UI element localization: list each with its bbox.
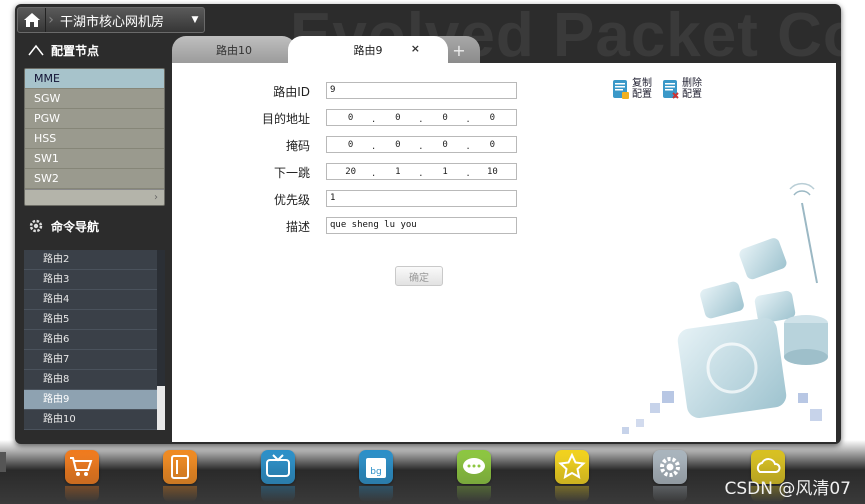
scrollbar-thumb[interactable] <box>157 386 165 430</box>
config-node-pgw[interactable]: PGW <box>25 109 164 129</box>
command-section-label: 命令导航 <box>51 219 100 234</box>
ip-octet[interactable]: 0 <box>469 140 516 150</box>
priority-row: 优先级 1 <box>172 190 532 208</box>
ip-octet[interactable]: 0. <box>374 140 423 152</box>
tab-label: 路由9 <box>353 44 383 57</box>
notebook-icon[interactable] <box>163 450 197 484</box>
command-list-scrollbar[interactable] <box>157 250 165 430</box>
copy-config-button[interactable]: 复制 配置 <box>612 78 652 100</box>
next-hop-ip-input[interactable]: 20. 1. 1. 10 <box>326 163 517 180</box>
destination-row: 目的地址 0. 0. 0. 0 <box>172 109 532 127</box>
watermark: CSDN @风清07 <box>724 479 851 499</box>
star-icon[interactable] <box>555 450 589 484</box>
command-item-route5[interactable]: 路由5 <box>24 310 165 330</box>
command-nav-list: 路由2 路由3 路由4 路由5 路由6 路由7 路由8 路由9 路由10 <box>24 250 165 430</box>
dock-reflection <box>65 486 99 502</box>
destination-label: 目的地址 <box>261 112 310 126</box>
next-hop-label: 下一跳 <box>273 166 310 180</box>
command-item-route6[interactable]: 路由6 <box>24 330 165 350</box>
chevron-right-icon: › <box>48 12 54 28</box>
ip-octet[interactable]: 0 <box>469 113 516 123</box>
priority-label: 优先级 <box>273 193 310 207</box>
dock-reflection <box>653 486 687 502</box>
config-node-sw1[interactable]: SW1 <box>25 149 164 169</box>
command-item-route2[interactable]: 路由2 <box>24 250 165 270</box>
command-item-route7[interactable]: 路由7 <box>24 350 165 370</box>
command-item-route8[interactable]: 路由8 <box>24 370 165 390</box>
dropdown-arrow-icon[interactable]: ▼ <box>186 15 204 25</box>
command-item-route10[interactable]: 路由10 <box>24 410 165 430</box>
config-list-scrollbar[interactable]: › <box>25 189 164 205</box>
dock-reflection <box>261 486 295 502</box>
config-node-mme[interactable]: MME <box>25 69 164 89</box>
tab-bar: 路由10 + 路由9 × <box>172 36 832 64</box>
tab-route9[interactable]: 路由9 × <box>288 36 448 64</box>
plus-icon: + <box>452 40 466 60</box>
copy-document-icon <box>613 80 629 99</box>
dock-reflection <box>555 486 589 502</box>
ip-octet[interactable]: 1. <box>422 167 470 179</box>
copy-label-2: 配置 <box>632 89 652 100</box>
gear-icon[interactable] <box>653 450 687 484</box>
location-selector[interactable]: › 干湖市核心网机房 ▼ <box>17 7 205 33</box>
ip-octet[interactable]: 0. <box>422 113 470 125</box>
location-title: 干湖市核心网机房 <box>60 14 165 30</box>
config-section-header: 配置节点 <box>17 36 172 64</box>
network-illustration <box>622 182 828 434</box>
mask-ip-input[interactable]: 0. 0. 0. 0 <box>326 136 517 153</box>
chat-icon[interactable] <box>457 450 491 484</box>
home-icon <box>23 13 40 27</box>
ip-octet[interactable]: 1. <box>374 167 423 179</box>
close-tab-icon[interactable]: × <box>411 42 420 55</box>
command-section-header: 命令导航 <box>17 212 172 240</box>
config-node-sw2[interactable]: SW2 <box>25 169 164 189</box>
ip-octet[interactable]: 10 <box>469 167 516 177</box>
confirm-button[interactable]: 确定 <box>395 266 443 286</box>
tab-label: 路由10 <box>216 44 252 57</box>
route-form-panel: 路由ID 9 目的地址 0. 0. 0. 0 掩码 0. 0. 0. 0 下一跳 <box>172 63 836 442</box>
app-window: Evolved Packet Core › 干湖市核心网机房 ▼ 配置节点 MM… <box>15 4 841 444</box>
sidebar: 配置节点 MME SGW PGW HSS SW1 SW2 › 命令导航 路由2 路由3 路由4… <box>17 36 172 442</box>
config-node-sgw[interactable]: SGW <box>25 89 164 109</box>
copy-label-1: 复制 <box>632 78 652 89</box>
dock-reflection <box>457 486 491 502</box>
home-button[interactable] <box>18 8 46 32</box>
tv-icon[interactable] <box>261 450 295 484</box>
ip-octet[interactable]: 0. <box>422 140 470 152</box>
route-id-label: 路由ID <box>273 85 310 99</box>
next-hop-row: 下一跳 20. 1. 1. 10 <box>172 163 532 181</box>
command-item-route3[interactable]: 路由3 <box>24 270 165 290</box>
description-row: 描述 que sheng lu you <box>172 217 532 235</box>
cart-icon[interactable] <box>65 450 99 484</box>
ip-octet[interactable]: 0. <box>327 140 376 152</box>
config-node-hss[interactable]: HSS <box>25 129 164 149</box>
ip-octet[interactable]: 0. <box>327 113 376 125</box>
config-node-list: MME SGW PGW HSS SW1 SW2 › <box>24 68 165 206</box>
tab-route10[interactable]: 路由10 <box>172 36 296 64</box>
mask-row: 掩码 0. 0. 0. 0 <box>172 136 532 154</box>
destination-ip-input[interactable]: 0. 0. 0. 0 <box>326 109 517 126</box>
command-item-route4[interactable]: 路由4 <box>24 290 165 310</box>
delete-config-button[interactable]: 删除 配置 <box>662 78 702 100</box>
description-label: 描述 <box>285 220 310 234</box>
calendar-icon[interactable]: bg <box>359 450 393 484</box>
delete-label-1: 删除 <box>682 78 702 89</box>
priority-input[interactable]: 1 <box>326 190 517 207</box>
config-section-label: 配置节点 <box>51 43 100 58</box>
description-input[interactable]: que sheng lu you <box>326 217 517 234</box>
route-id-row: 路由ID 9 <box>172 82 532 100</box>
dock-reflection <box>163 486 197 502</box>
mask-label: 掩码 <box>285 139 310 153</box>
command-item-route9[interactable]: 路由9 <box>24 390 165 410</box>
dock-reflection <box>359 486 393 502</box>
delete-document-icon <box>663 80 679 99</box>
topology-icon <box>27 41 45 59</box>
route-id-input[interactable]: 9 <box>326 82 517 99</box>
delete-label-2: 配置 <box>682 89 702 100</box>
ip-octet[interactable]: 20. <box>327 167 376 179</box>
gear-icon <box>27 217 45 235</box>
svg-text:bg: bg <box>370 467 381 477</box>
ip-octet[interactable]: 0. <box>374 113 423 125</box>
